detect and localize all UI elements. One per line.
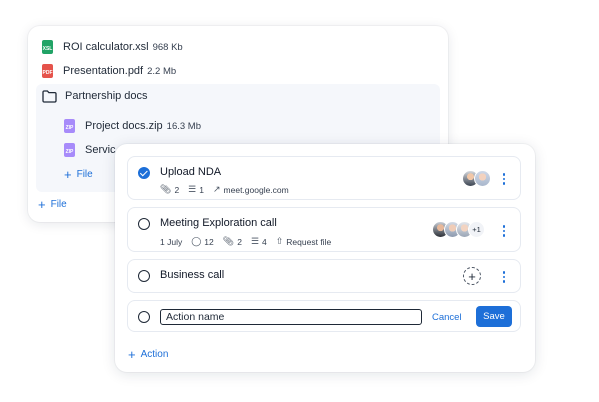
file-item[interactable]: ZIP Servic xyxy=(64,140,116,160)
save-button[interactable]: Save xyxy=(476,306,512,327)
upload-icon: ⇧ xyxy=(275,236,284,246)
task-item[interactable]: Business call + xyxy=(127,259,521,293)
avatar xyxy=(474,170,491,187)
due-date: 1 July xyxy=(160,236,183,247)
tasks-panel: Upload NDA 📎︎ 2 ☰ 1 ↗ meet.google.com Me… xyxy=(115,144,535,372)
folder-icon xyxy=(42,89,57,103)
checklist-icon: ☰ xyxy=(188,184,197,194)
more-options-icon[interactable] xyxy=(502,173,506,185)
task-title: Business call xyxy=(160,269,225,281)
more-options-icon[interactable] xyxy=(502,271,506,283)
plus-icon: + xyxy=(64,167,72,182)
checkbox-icon[interactable] xyxy=(138,270,150,282)
add-file-button[interactable]: + File xyxy=(64,168,93,181)
file-name: Presentation.pdf xyxy=(63,65,144,77)
file-item[interactable]: XSL ROI calculator.xsl 968 Kb xyxy=(42,37,183,57)
add-assignee-icon[interactable]: + xyxy=(463,267,481,285)
add-file-label: File xyxy=(76,169,93,180)
assignees[interactable] xyxy=(462,170,491,187)
checklist-icon: ☰ xyxy=(250,236,260,246)
plus-icon: + xyxy=(128,347,136,362)
file-name: Project docs.zip xyxy=(85,120,163,132)
action-name-input[interactable] xyxy=(160,309,422,325)
folder-name: Partnership docs xyxy=(65,90,148,102)
checkbox-icon[interactable] xyxy=(138,218,150,230)
task-title: Meeting Exploration call xyxy=(160,217,277,229)
attachments-count: 📎︎ 2 xyxy=(160,184,180,195)
add-action-button[interactable]: + Action xyxy=(128,348,168,361)
external-link-icon: ↗ xyxy=(212,184,221,194)
assignees[interactable]: +1 xyxy=(432,221,485,238)
more-assignees-badge: +1 xyxy=(468,221,485,238)
task-item[interactable]: Meeting Exploration call 1 July ◯ 12 📎︎ … xyxy=(127,207,521,252)
file-item[interactable]: PDF Presentation.pdf 2.2 Mb xyxy=(42,61,176,81)
checkbox-checked-icon[interactable] xyxy=(138,167,150,179)
checkbox-icon[interactable] xyxy=(138,311,150,323)
file-size: 2.2 Mb xyxy=(147,65,177,77)
zip-file-icon: ZIP xyxy=(64,119,75,133)
file-size: 16.3 Mb xyxy=(166,120,201,132)
file-name: ROI calculator.xsl xyxy=(63,41,149,53)
paperclip-icon: 📎︎ xyxy=(160,184,172,194)
comments-count: ◯ 12 xyxy=(191,236,214,247)
new-task-row: Cancel Save xyxy=(127,300,521,332)
attachments-count: 📎︎ 2 xyxy=(222,236,242,247)
paperclip-icon: 📎︎ xyxy=(222,236,235,246)
subtasks-count: ☰ 1 xyxy=(188,184,204,195)
more-options-icon[interactable] xyxy=(502,225,506,237)
file-size: 968 Kb xyxy=(152,41,183,53)
add-action-label: Action xyxy=(140,349,169,360)
zip-file-icon: ZIP xyxy=(64,143,75,157)
task-item[interactable]: Upload NDA 📎︎ 2 ☰ 1 ↗ meet.google.com xyxy=(127,156,521,200)
request-file-button[interactable]: ⇧ Request file xyxy=(276,236,331,247)
subtasks-count: ☰ 4 xyxy=(250,236,267,247)
meeting-link[interactable]: ↗ meet.google.com xyxy=(213,184,289,195)
folder-header[interactable]: Partnership docs xyxy=(42,86,148,106)
file-item[interactable]: ZIP Project docs.zip 16.3 Mb xyxy=(64,116,201,136)
task-meta: 📎︎ 2 ☰ 1 ↗ meet.google.com xyxy=(160,184,298,195)
file-name: Servic xyxy=(85,144,116,156)
task-title: Upload NDA xyxy=(160,166,222,178)
add-file-label: File xyxy=(50,199,67,210)
xls-file-icon: XSL xyxy=(42,40,53,54)
plus-icon: + xyxy=(38,197,46,212)
task-meta: 1 July ◯ 12 📎︎ 2 ☰ 4 ⇧ Request file xyxy=(160,236,340,247)
add-file-button[interactable]: + File xyxy=(38,198,67,211)
pdf-file-icon: PDF xyxy=(42,64,53,78)
cancel-button[interactable]: Cancel xyxy=(432,307,462,327)
comment-icon: ◯ xyxy=(191,236,202,246)
